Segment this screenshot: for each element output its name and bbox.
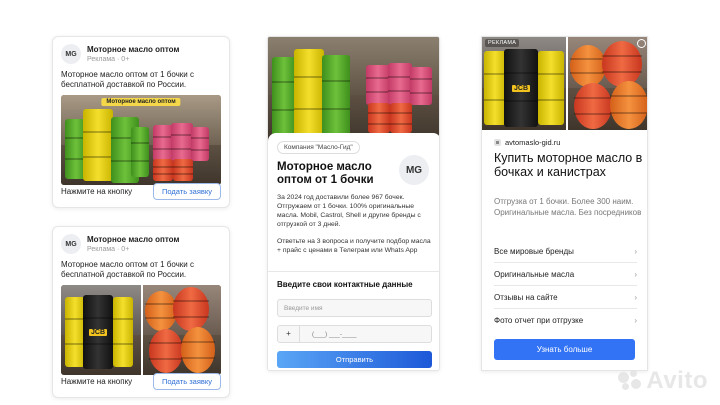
avatar: MG: [61, 44, 81, 64]
sitelink-label: Оригинальные масла: [494, 269, 575, 279]
phone-country-code[interactable]: +: [278, 326, 300, 342]
company-chip: Компания "Масло-Гид": [277, 141, 360, 154]
ad-title: Моторное масло оптом: [87, 234, 180, 244]
sitelink-label: Фото отчет при отгрузке: [494, 316, 584, 325]
ad-subtitle: Реклама · 0+: [87, 245, 130, 253]
ad-subtitle: Реклама · 0+: [87, 55, 130, 63]
phone-mask: (___) ___-____: [312, 330, 357, 338]
ad-image-red-barrels: [141, 285, 221, 375]
avito-watermark: Avito: [618, 367, 708, 395]
site-favicon-icon: [494, 139, 501, 146]
footer-hint: Нажмите на кнопку: [61, 187, 133, 196]
ad-description: Отгрузка от 1 бочки. Более 300 наим. Ори…: [494, 197, 642, 217]
avatar: MG: [399, 155, 429, 185]
ad-card-1[interactable]: MG Моторное масло оптом Реклама · 0+ Мот…: [52, 36, 230, 208]
ad-body-text: Моторное масло оптом от 1 бочки с беспла…: [61, 260, 194, 279]
submit-request-button[interactable]: Подать заявку: [153, 183, 221, 200]
ad-image-barrels: [268, 37, 439, 142]
chevron-right-icon: ›: [634, 269, 637, 279]
footer-hint: Нажмите на кнопку: [61, 377, 133, 386]
site-link[interactable]: avtomaslo-gid.ru: [494, 138, 560, 147]
ad-body-text: Моторное масло оптом от 1 бочки с беспла…: [61, 70, 194, 89]
form-title: Введите свои контактные данные: [277, 280, 413, 289]
ad-image-gallery[interactable]: JCB: [61, 285, 221, 375]
ad-headline[interactable]: Купить моторное масло в бочках и канистр…: [494, 151, 644, 179]
gear-icon[interactable]: [637, 39, 646, 48]
sitelink-item[interactable]: Фото отчет при отгрузке ›: [494, 309, 637, 332]
ad-description: За 2024 год доставили более 967 бочек. О…: [277, 194, 421, 228]
ad-card-header: MG Моторное масло оптом Реклама · 0+: [53, 37, 229, 64]
submit-button[interactable]: Отправить: [277, 351, 432, 368]
ad-card-2[interactable]: MG Моторное масло оптом Реклама · 0+ Мот…: [52, 226, 230, 398]
chevron-right-icon: ›: [634, 246, 637, 256]
ad-offer-text: Ответьте на 3 вопроса и получите подбор …: [277, 238, 431, 254]
chevron-right-icon: ›: [634, 316, 637, 325]
sitelink-item[interactable]: Все мировые бренды ›: [494, 240, 637, 263]
ad-image-black-barrel: JCB: [482, 37, 566, 130]
ad-previews-page: MG Моторное масло оптом Реклама · 0+ Мот…: [0, 0, 720, 405]
mobile-lead-form-ad[interactable]: Компания "Масло-Гид" Моторное масло опто…: [267, 36, 440, 371]
site-url[interactable]: avtomaslo-gid.ru: [505, 138, 560, 147]
divider: [268, 271, 439, 272]
ad-badge: РЕКЛАМА: [485, 39, 520, 47]
lead-form-panel: Компания "Масло-Гид" Моторное масло опто…: [268, 133, 439, 370]
sitelinks-list: Все мировые бренды › Оригинальные масла …: [494, 240, 637, 332]
ad-title: Моторное масло оптом: [87, 44, 180, 54]
avito-logo-icon: [618, 370, 642, 392]
image-caption: Моторное масло оптом: [101, 98, 181, 106]
watermark-text: Avito: [646, 367, 708, 394]
ad-image-gallery[interactable]: JCB РЕКЛАМА: [482, 37, 647, 130]
sitelink-label: Все мировые бренды: [494, 246, 574, 256]
learn-more-button[interactable]: Узнать больше: [494, 339, 635, 360]
ad-image-barrels[interactable]: Моторное масло оптом: [61, 95, 221, 185]
search-ad-card[interactable]: JCB РЕКЛАМА avtomaslo-gid.ru Купить мото…: [481, 36, 648, 371]
ad-image-black-barrel: JCB: [61, 285, 141, 375]
sitelink-item[interactable]: Отзывы на сайте ›: [494, 286, 637, 309]
chevron-right-icon: ›: [634, 292, 637, 302]
sitelink-item[interactable]: Оригинальные масла ›: [494, 263, 637, 286]
sitelink-label: Отзывы на сайте: [494, 292, 558, 302]
ad-image-red-barrels: [565, 37, 647, 130]
avatar: MG: [61, 234, 81, 254]
name-input[interactable]: Введите имя: [277, 299, 432, 317]
ad-card-header: MG Моторное масло оптом Реклама · 0+: [53, 227, 229, 254]
ad-title: Моторное масло оптом от 1 бочки: [277, 161, 374, 186]
phone-input[interactable]: + (___) ___-____: [277, 325, 432, 343]
submit-request-button[interactable]: Подать заявку: [153, 373, 221, 390]
